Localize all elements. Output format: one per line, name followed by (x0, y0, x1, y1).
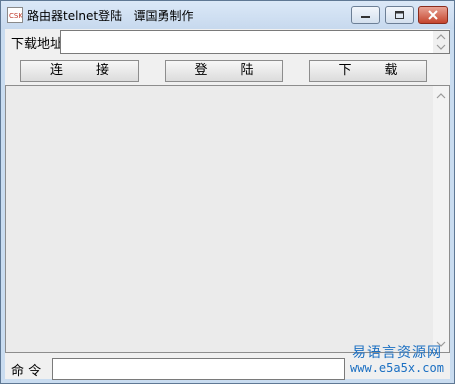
command-input[interactable] (52, 358, 345, 380)
watermark: 易语言资源网 www.e5a5x.com (341, 345, 453, 375)
download-button[interactable]: 下 载 (309, 60, 427, 82)
svg-text:CSK: CSK (9, 12, 22, 20)
minimize-icon (361, 16, 370, 18)
title-bar[interactable]: CSK 路由器telnet登陆 谭国勇制作 (1, 1, 454, 29)
command-label: 命 令 (11, 364, 42, 379)
download-address-input[interactable] (60, 30, 450, 54)
close-button[interactable] (418, 6, 448, 24)
window-title: 路由器telnet登陆 谭国勇制作 (27, 9, 194, 23)
scroll-up-icon[interactable] (436, 33, 446, 41)
download-address-label: 下载地址 (11, 37, 64, 52)
minimize-button[interactable] (351, 6, 380, 24)
connect-button[interactable]: 连 接 (20, 60, 139, 82)
maximize-button[interactable] (385, 6, 414, 24)
scroll-up-icon[interactable] (436, 92, 446, 100)
scroll-down-icon[interactable] (436, 43, 446, 51)
app-icon: CSK (7, 7, 23, 23)
download-address-scrollbar[interactable] (433, 31, 449, 53)
login-button[interactable]: 登 陆 (165, 60, 283, 82)
output-scrollbar[interactable] (433, 86, 449, 352)
close-icon (428, 10, 438, 20)
app-window: CSK 路由器telnet登陆 谭国勇制作 下载地址 连 接 登 陆 下 载 命… (0, 0, 455, 384)
watermark-title: 易语言资源网 (352, 345, 442, 361)
watermark-url: www.e5a5x.com (350, 361, 444, 375)
output-textarea[interactable] (5, 85, 450, 353)
client-area: 下载地址 连 接 登 陆 下 载 命 令 (5, 29, 450, 380)
maximize-icon (395, 11, 404, 19)
